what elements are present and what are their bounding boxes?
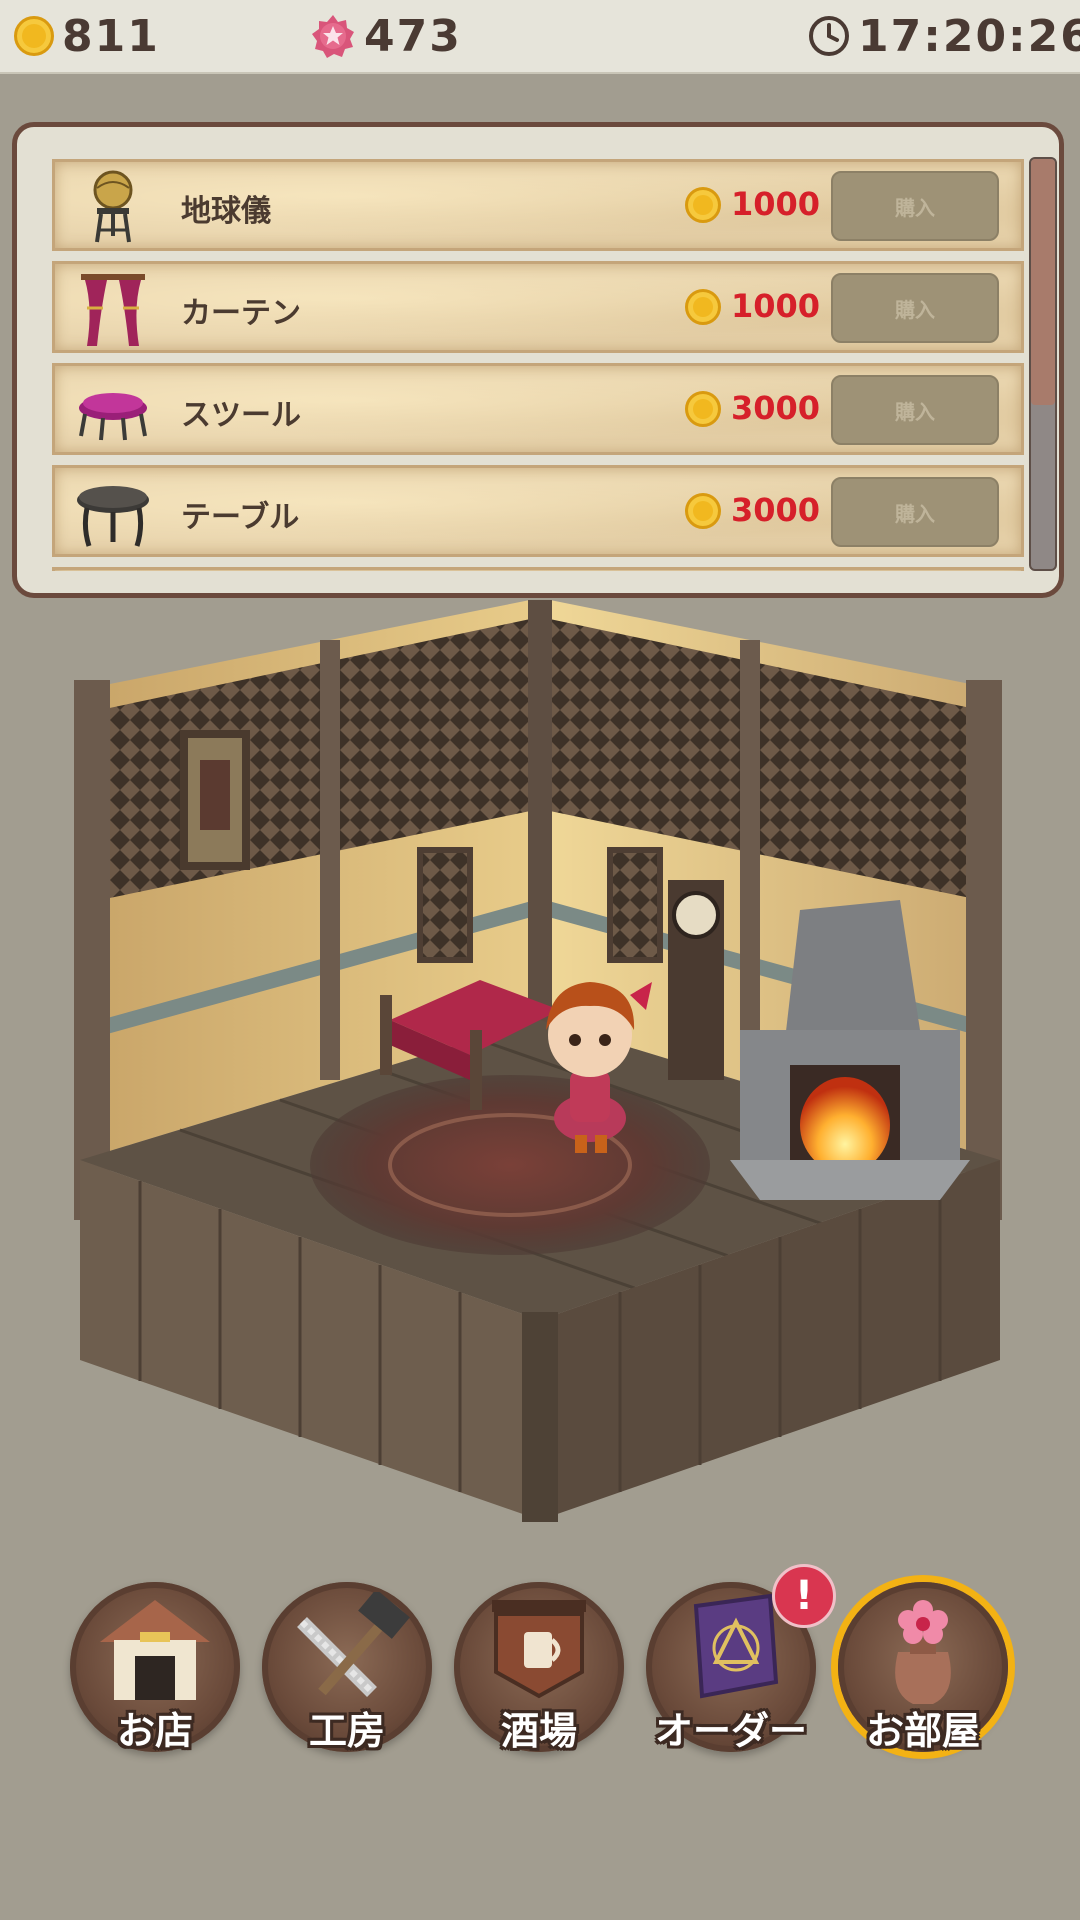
stool-icon <box>79 393 147 441</box>
coin-icon <box>685 289 721 325</box>
nav-room-button[interactable]: お部屋 <box>838 1582 1008 1753</box>
shop-item-row[interactable]: カーテン 1000 購入 <box>52 261 1024 353</box>
item-name: テーブル <box>181 500 300 535</box>
clock-display: 17:20:26 <box>808 10 1080 62</box>
shop-item-row[interactable]: 地球儀 1000 購入 <box>52 159 1024 251</box>
item-price: 3000 <box>731 491 821 529</box>
clock-time: 17:20:26 <box>858 10 1080 62</box>
item-price: 3000 <box>731 389 821 427</box>
workshop-icon <box>297 1592 410 1697</box>
item-name: スツール <box>181 398 301 433</box>
coin-counter: 811 <box>14 10 160 62</box>
nav-label: 酒場 <box>500 1709 577 1753</box>
shop-item-row-partial[interactable] <box>52 567 1024 571</box>
star-count: 473 <box>364 10 462 62</box>
star-badge-icon <box>312 15 354 58</box>
shop-item-list[interactable]: 地球儀 1000 購入 カーテン 1000 購入 スツール 3000 購入 テー… <box>52 159 1024 571</box>
coin-count: 811 <box>62 10 160 62</box>
table-icon <box>77 486 149 547</box>
shop-panel: 地球儀 1000 購入 カーテン 1000 購入 スツール 3000 購入 テー… <box>12 122 1064 598</box>
curtain-icon <box>81 274 145 346</box>
coin-icon <box>685 493 721 529</box>
buy-button[interactable]: 購入 <box>831 477 999 547</box>
star-counter: 473 <box>310 10 462 62</box>
nav-label: お部屋 <box>865 1709 980 1753</box>
shop-item-row[interactable]: テーブル 3000 購入 <box>52 465 1024 557</box>
buy-button[interactable]: 購入 <box>831 375 999 445</box>
item-name: カーテン <box>181 296 301 331</box>
room-scene[interactable] <box>40 600 1040 1540</box>
nav-tavern-button[interactable]: 酒場 <box>454 1582 624 1753</box>
clock-icon <box>809 16 849 56</box>
shop-item-row[interactable]: スツール 3000 購入 <box>52 363 1024 455</box>
coin-icon <box>685 187 721 223</box>
coin-icon <box>685 391 721 427</box>
order-alert-badge: ! <box>772 1564 836 1628</box>
shop-icon <box>100 1600 210 1700</box>
coin-icon <box>14 16 54 56</box>
nav-shop-button[interactable]: お店 <box>70 1582 240 1753</box>
nav-workshop-button[interactable]: 工房 <box>262 1582 432 1753</box>
nav-label: 工房 <box>308 1709 385 1753</box>
shop-scrollbar-thumb[interactable] <box>1031 159 1055 405</box>
item-price: 1000 <box>731 287 821 325</box>
nav-label: お店 <box>116 1709 193 1753</box>
buy-button[interactable]: 購入 <box>831 273 999 343</box>
room-vase-icon <box>895 1600 951 1704</box>
nav-label: オーダー <box>654 1709 807 1753</box>
item-name: 地球儀 <box>181 194 271 229</box>
buy-button[interactable]: 購入 <box>831 171 999 241</box>
item-price: 1000 <box>731 185 821 223</box>
tavern-icon <box>492 1600 586 1699</box>
globe-icon <box>93 170 133 243</box>
shop-scrollbar[interactable] <box>1029 157 1057 571</box>
status-bar: 811 473 17:20:26 <box>0 0 1080 74</box>
